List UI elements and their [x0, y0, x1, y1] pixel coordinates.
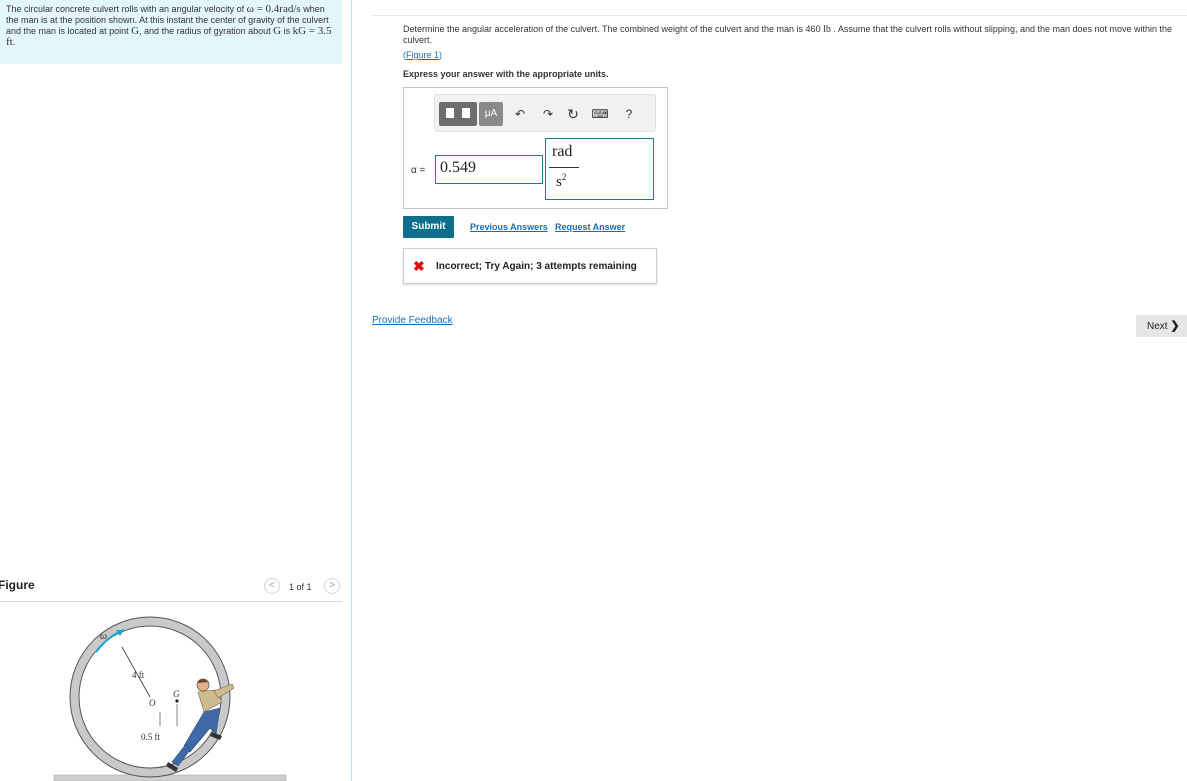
reset-icon[interactable]: ↻: [563, 102, 583, 126]
figure-next-button[interactable]: >: [324, 578, 340, 594]
point-g: G: [131, 25, 140, 37]
omega-label: ω: [100, 631, 107, 642]
previous-answers-link[interactable]: Previous Answers: [470, 222, 548, 232]
top-strip: [372, 0, 1187, 16]
redo-icon[interactable]: ↷: [539, 102, 557, 126]
fraction-bar: [549, 167, 579, 168]
submit-button[interactable]: Submit: [403, 216, 454, 238]
feedback-message: ✖ Incorrect; Try Again; 3 attempts remai…: [403, 248, 657, 284]
radius-label: 4 ft: [132, 670, 145, 680]
figure-link[interactable]: Figure 1: [406, 50, 439, 60]
g-label: G: [173, 689, 180, 699]
undo-icon[interactable]: ↶: [511, 102, 529, 126]
units-button[interactable]: μA: [479, 102, 503, 126]
answer-value-input[interactable]: 0.549: [435, 155, 543, 184]
culvert-figure: ω 4 ft O G 0.5 ft: [53, 616, 287, 781]
offset-label: 0.5 ft: [141, 732, 160, 742]
problem-text-e: .: [12, 37, 16, 47]
point-g-again: G: [273, 25, 282, 37]
g-dot: [175, 699, 179, 703]
chevron-left-icon: <: [269, 580, 275, 591]
figure-title: Figure: [0, 578, 35, 592]
help-button[interactable]: ?: [621, 102, 637, 126]
math-toolbar: μA ↶ ↷ ↻ ⌨ ?: [434, 94, 656, 132]
problem-text-d: is: [281, 26, 293, 36]
unit-numerator: rad: [552, 143, 573, 160]
alpha-label: α =: [411, 165, 426, 176]
problem-statement: The circular concrete culvert rolls with…: [0, 0, 342, 64]
next-label: Next: [1147, 321, 1168, 332]
left-pane: The circular concrete culvert rolls with…: [0, 0, 352, 781]
figure-header: Figure < 1 of 1 >: [0, 576, 342, 602]
chevron-right-icon: >: [329, 580, 335, 591]
problem-text-a: The circular concrete culvert rolls with…: [6, 4, 247, 14]
feedback-text: Incorrect; Try Again; 3 attempts remaini…: [436, 261, 637, 272]
figure-count: 1 of 1: [289, 582, 312, 592]
keyboard-icon[interactable]: ⌨: [588, 102, 612, 126]
request-answer-link[interactable]: Request Answer: [555, 222, 625, 232]
answer-box: μA ↶ ↷ ↻ ⌨ ? α = 0.549 rad s2: [403, 87, 668, 209]
next-button[interactable]: Next ❯: [1136, 315, 1187, 337]
answer-unit-input[interactable]: rad s2: [545, 138, 654, 200]
ground: [53, 774, 287, 781]
figure-link-wrapper: (Figure 1): [403, 50, 443, 60]
weight-unit: lb: [823, 24, 831, 35]
provide-feedback-link[interactable]: Provide Feedback: [372, 315, 453, 326]
error-x-icon: ✖: [413, 258, 425, 274]
unit-denominator: s2: [556, 172, 566, 191]
express-instruction: Express your answer with the appropriate…: [403, 69, 609, 79]
question-text-a: Determine the angular acceleration of th…: [403, 24, 824, 34]
omega-expression: ω = 0.4rad/s: [246, 3, 301, 15]
question-text: Determine the angular acceleration of th…: [403, 24, 1178, 46]
templates-button[interactable]: [439, 102, 477, 126]
unit-exponent: 2: [561, 172, 567, 182]
template-square-icon: [446, 108, 454, 118]
o-label: O: [149, 698, 156, 708]
problem-text-c: , and the radius of gyration about: [139, 26, 274, 36]
template-square-icon: [462, 108, 470, 118]
figure-prev-button[interactable]: <: [264, 578, 280, 594]
chevron-right-icon: ❯: [1170, 320, 1180, 332]
